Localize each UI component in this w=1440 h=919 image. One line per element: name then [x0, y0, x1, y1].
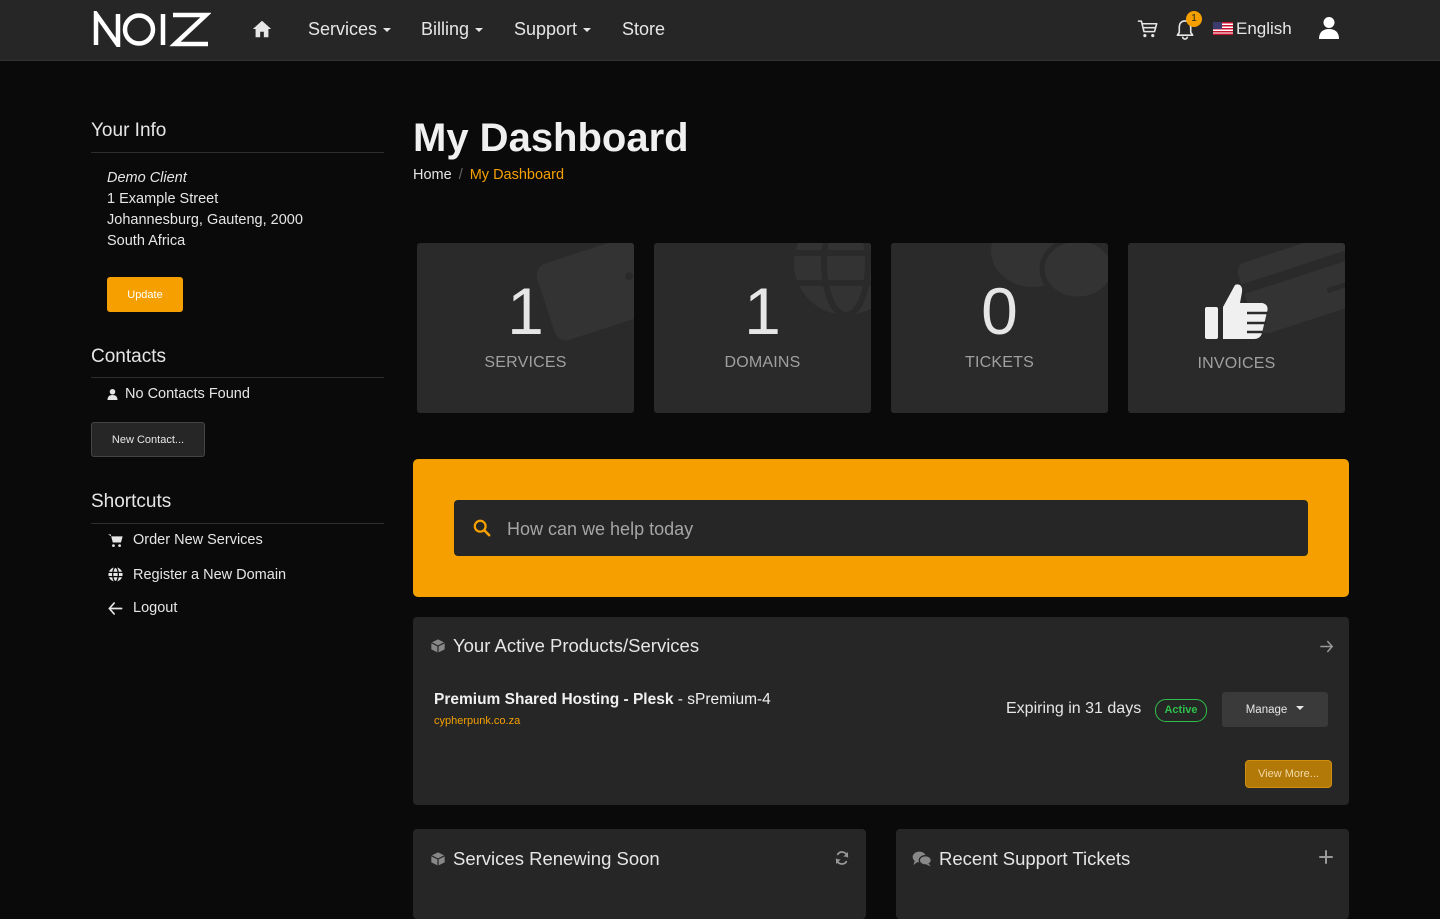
invoices-label: INVOICES — [1197, 355, 1276, 372]
tickets-label: TICKETS — [965, 354, 1034, 371]
client-name: Demo Client — [107, 170, 187, 186]
shortcut-order-new-services[interactable]: Order New Services — [107, 532, 263, 548]
page-title: My Dashboard — [413, 116, 689, 160]
manage-dropdown-button[interactable]: Manage — [1222, 692, 1328, 727]
renewing-soon-card: Services Renewing Soon — [413, 829, 866, 919]
help-search-box — [454, 500, 1308, 558]
service-name: Premium Shared Hosting - Plesk - sPremiu… — [434, 691, 771, 708]
nav-services[interactable]: Services — [308, 18, 392, 40]
divider — [91, 152, 384, 153]
update-button[interactable]: Update — [107, 277, 183, 312]
plus-icon[interactable] — [1319, 850, 1333, 864]
language-selector[interactable]: English — [1213, 19, 1292, 39]
view-more-button[interactable]: View More... — [1245, 760, 1332, 788]
breadcrumb-current: My Dashboard — [469, 167, 565, 183]
contacts-title: Contacts — [91, 346, 166, 367]
address-city: Johannesburg, Gauteng, 2000 — [107, 212, 303, 228]
cart-icon — [108, 533, 123, 547]
noiz-logo[interactable] — [93, 11, 211, 47]
us-flag-icon — [1213, 22, 1233, 35]
comments-icon — [912, 851, 932, 867]
arrow-left-icon — [108, 601, 123, 615]
service-domain-link[interactable]: cypherpunk.co.za — [434, 715, 520, 727]
breadcrumb-home[interactable]: Home — [413, 167, 452, 183]
arrow-right-icon[interactable] — [1319, 639, 1334, 654]
notification-badge: 1 — [1186, 11, 1202, 27]
cart-icon[interactable] — [1137, 19, 1158, 39]
nav-store[interactable]: Store — [622, 18, 665, 40]
no-contacts-message: No Contacts Found — [107, 386, 250, 402]
service-expiry: Expiring in 31 days — [1006, 700, 1142, 717]
services-label: SERVICES — [484, 354, 567, 371]
nav-billing[interactable]: Billing — [421, 18, 484, 40]
tile-domains[interactable]: 1 DOMAINS — [654, 243, 871, 413]
tile-tickets[interactable]: 0 TICKETS — [891, 243, 1108, 413]
domains-label: DOMAINS — [724, 354, 801, 371]
shortcuts-title: Shortcuts — [91, 491, 172, 512]
breadcrumb-separator: / — [458, 167, 463, 183]
search-icon — [473, 519, 491, 537]
address-street: 1 Example Street — [107, 191, 219, 207]
domains-count: 1 — [744, 274, 781, 348]
tile-services[interactable]: 1 SERVICES — [417, 243, 634, 413]
help-search-input[interactable] — [505, 500, 1299, 558]
user-icon — [107, 388, 118, 400]
status-badge: Active — [1155, 699, 1207, 722]
home-icon[interactable] — [251, 18, 273, 40]
refresh-icon[interactable] — [834, 850, 850, 866]
help-search-panel — [413, 459, 1349, 597]
nav-support[interactable]: Support — [514, 18, 592, 40]
cube-icon — [431, 852, 445, 866]
globe-icon — [108, 566, 123, 583]
tile-invoices[interactable]: INVOICES — [1128, 243, 1345, 413]
active-products-card: Your Active Products/Services Premium Sh… — [413, 617, 1349, 805]
thumbs-up-icon — [1205, 284, 1268, 339]
active-products-title: Your Active Products/Services — [430, 635, 699, 657]
chevron-down-icon — [475, 28, 484, 32]
user-account-icon[interactable] — [1318, 16, 1340, 40]
shortcut-logout[interactable]: Logout — [107, 600, 177, 616]
cube-icon — [431, 639, 445, 653]
top-navbar: Services Billing Support Store 1 English — [0, 0, 1440, 61]
support-tickets-card: Recent Support Tickets — [896, 829, 1349, 919]
language-label: English — [1236, 19, 1292, 38]
new-contact-button[interactable]: New Contact... — [91, 422, 205, 457]
breadcrumb: Home / My Dashboard — [413, 167, 564, 183]
chevron-down-icon — [583, 28, 592, 32]
chevron-down-icon — [1296, 705, 1305, 710]
shortcut-register-domain[interactable]: Register a New Domain — [107, 566, 286, 583]
divider — [91, 523, 384, 524]
tickets-count: 0 — [981, 274, 1018, 348]
chevron-down-icon — [383, 28, 392, 32]
your-info-title: Your Info — [91, 120, 167, 141]
divider — [91, 377, 384, 378]
support-tickets-title: Recent Support Tickets — [912, 848, 1130, 870]
address-country: South Africa — [107, 233, 186, 249]
renewing-soon-title: Services Renewing Soon — [430, 848, 660, 870]
services-count: 1 — [507, 274, 544, 348]
